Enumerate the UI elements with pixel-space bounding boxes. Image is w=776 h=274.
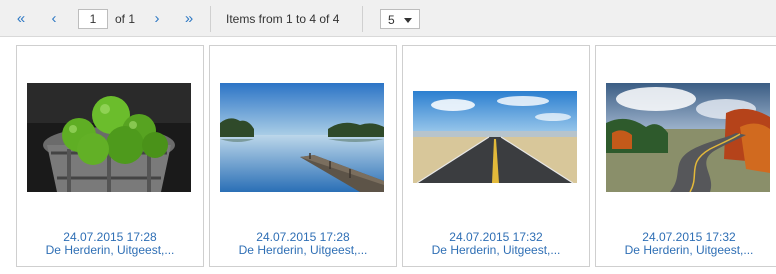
first-page-button[interactable]: « [12,9,30,29]
photo-location: De Herderin, Uitgeest,... [238,243,368,257]
photo-thumbnail [413,83,577,192]
previous-page-button[interactable]: ‹ [45,9,63,29]
photo-card[interactable]: 24.07.2015 17:32 De Herderin, Uitgeest,.… [595,45,776,267]
photo-thumbnail [27,83,191,192]
page-size-value: 5 [388,13,395,27]
page-number-input[interactable] [78,9,108,29]
double-chevron-right-icon: » [184,10,194,27]
photo-location: De Herderin, Uitgeest,... [624,243,754,257]
photo-date: 24.07.2015 17:28 [63,230,157,244]
photo-date: 24.07.2015 17:28 [256,230,350,244]
pager-divider [210,6,211,32]
chevron-down-icon [404,18,412,23]
photo-thumbnail [220,83,384,192]
pager-toolbar: « ‹ of 1 › » Items from 1 to 4 of 4 5 [0,0,776,37]
pager-divider [362,6,363,32]
apples-image [27,83,191,192]
chevron-left-icon: ‹ [51,10,57,27]
photo-card[interactable]: 24.07.2015 17:28 De Herderin, Uitgeest,.… [16,45,204,267]
page-count-label: of 1 [115,12,136,26]
lake-image [220,83,384,192]
items-range-label: Items from 1 to 4 of 4 [226,12,340,26]
chevron-right-icon: › [154,10,160,27]
autumn-road-image [606,83,770,192]
photo-thumbnail [606,83,770,192]
photo-location: De Herderin, Uitgeest,... [45,243,175,257]
last-page-button[interactable]: » [180,9,198,29]
photo-date: 24.07.2015 17:32 [642,230,736,244]
page-size-select[interactable]: 5 [380,9,420,29]
desert-road-image [413,83,577,192]
photo-card[interactable]: 24.07.2015 17:32 De Herderin, Uitgeest,.… [402,45,590,267]
next-page-button[interactable]: › [148,9,166,29]
photo-date: 24.07.2015 17:32 [449,230,543,244]
double-chevron-left-icon: « [16,10,26,27]
photo-location: De Herderin, Uitgeest,... [431,243,561,257]
photo-card[interactable]: 24.07.2015 17:28 De Herderin, Uitgeest,.… [209,45,397,267]
